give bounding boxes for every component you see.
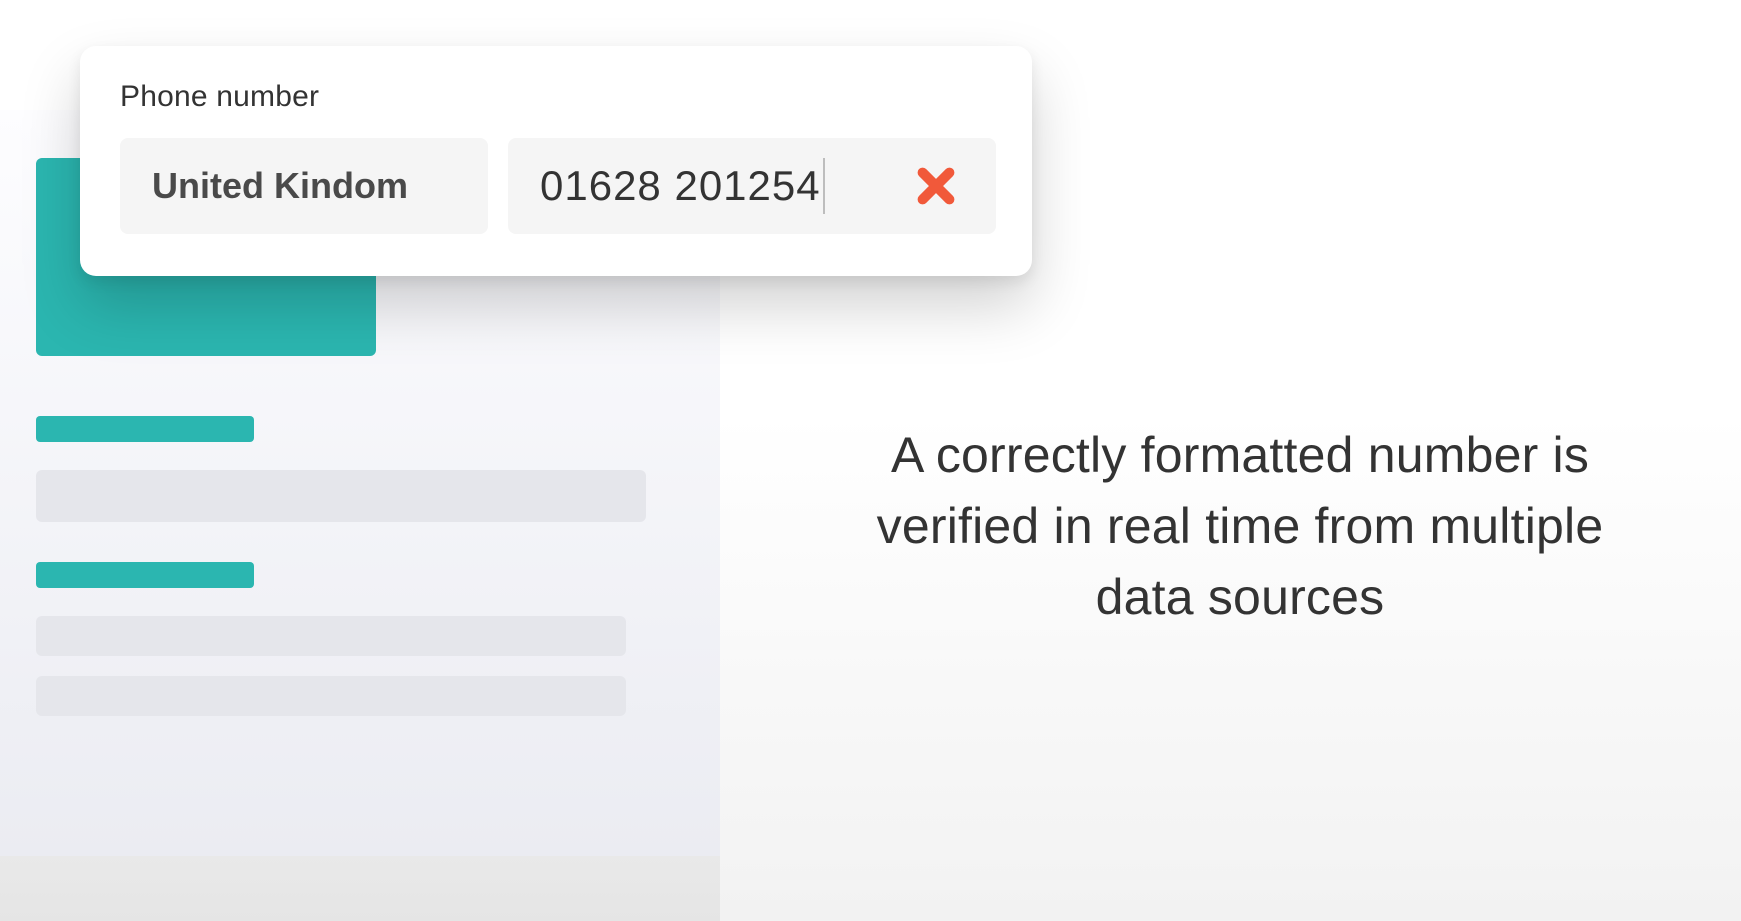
bg-field-input-1 (36, 470, 646, 522)
bg-field-input-2b (36, 676, 626, 716)
phone-value: 01628 201254 (540, 162, 821, 210)
phone-number-row: United Kindom 01628 201254 (120, 138, 996, 234)
text-cursor (823, 158, 825, 214)
phone-number-label: Phone number (120, 80, 996, 114)
marketing-caption: A correctly formatted number is verified… (840, 420, 1640, 633)
phone-input[interactable]: 01628 201254 (508, 138, 996, 234)
phone-number-card: Phone number United Kindom 01628 201254 (80, 46, 1032, 276)
phone-input-text: 01628 201254 (540, 158, 825, 214)
bg-field-label-2 (36, 562, 254, 588)
bg-field-input-2a (36, 616, 626, 656)
bg-field-label-1 (36, 416, 254, 442)
clear-button[interactable] (908, 158, 964, 214)
close-icon (913, 163, 959, 209)
country-select[interactable]: United Kindom (120, 138, 488, 234)
